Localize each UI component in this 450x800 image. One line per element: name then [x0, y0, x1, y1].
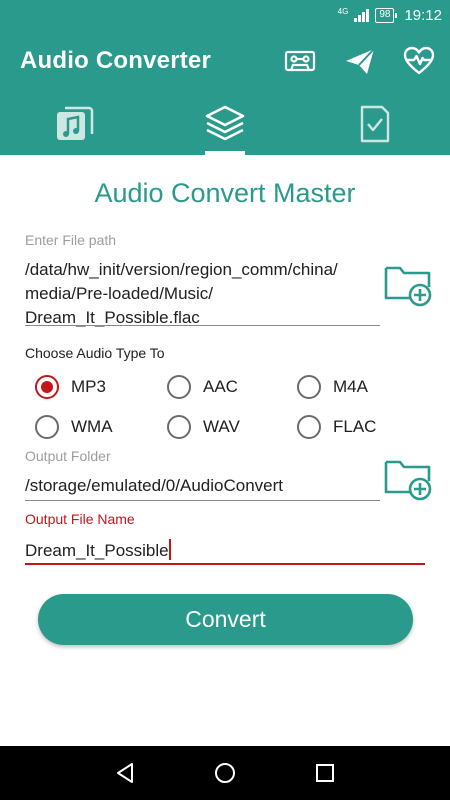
output-name-input[interactable]: Dream_It_Possible [25, 539, 171, 561]
output-name-underline [25, 563, 425, 565]
file-path-underline [25, 325, 380, 326]
file-path-label: Enter File path [25, 232, 117, 248]
cassette-icon[interactable] [283, 44, 317, 78]
file-path-line: /data/hw_init/version/region_comm/china/ [25, 260, 338, 279]
radio-aac[interactable]: AAC [167, 373, 238, 401]
file-path-input[interactable]: /data/hw_init/version/region_comm/china/… [25, 258, 380, 330]
tab-indicator [205, 151, 245, 155]
output-folder-underline [25, 500, 380, 501]
battery-indicator: 98 [375, 8, 398, 23]
page-heading: Audio Convert Master [94, 178, 356, 208]
radio-flac[interactable]: FLAC [297, 413, 376, 441]
paper-plane-icon[interactable] [343, 44, 377, 78]
text-cursor [168, 539, 171, 560]
radio-circle [297, 415, 321, 439]
file-path-line: media/Pre-loaded/Music/ [25, 284, 214, 303]
add-folder-icon[interactable] [384, 456, 434, 502]
radio-circle [35, 415, 59, 439]
home-icon[interactable] [213, 761, 237, 785]
radio-label: M4A [333, 377, 368, 396]
checked-document-icon [360, 105, 390, 143]
status-bar: 4G 98 19:12 [0, 0, 450, 30]
network-type: 4G [337, 6, 349, 16]
app-title: Audio Converter [20, 47, 212, 74]
radio-circle [35, 375, 59, 399]
signal-icon [354, 9, 370, 22]
radio-label: WMA [71, 417, 113, 436]
convert-button[interactable]: Convert [38, 594, 413, 645]
radio-circle [167, 415, 191, 439]
radio-label: WAV [203, 417, 240, 436]
radio-wma[interactable]: WMA [35, 413, 113, 441]
radio-label: FLAC [333, 417, 377, 436]
layers-icon [205, 105, 245, 141]
radio-circle [167, 375, 191, 399]
radio-m4a[interactable]: M4A [297, 373, 368, 401]
add-folder-icon[interactable] [384, 262, 434, 308]
audio-type-label: Choose Audio Type To [25, 345, 165, 361]
status-time: 19:12 [404, 7, 442, 24]
radio-mp3[interactable]: MP3 [35, 373, 106, 401]
radio-label: MP3 [71, 377, 106, 396]
tab-music-library[interactable] [25, 102, 125, 155]
output-folder-label: Output Folder [25, 448, 111, 464]
radio-label: AAC [203, 377, 238, 396]
heart-pulse-icon[interactable] [402, 44, 436, 78]
recents-icon[interactable] [313, 761, 337, 785]
output-folder-input[interactable]: /storage/emulated/0/AudioConvert [25, 476, 283, 496]
radio-wav[interactable]: WAV [167, 413, 240, 441]
output-name-value: Dream_It_Possible [25, 541, 169, 560]
back-icon[interactable] [113, 761, 137, 785]
output-name-label: Output File Name [25, 511, 135, 527]
music-library-icon [57, 106, 94, 140]
tab-checked-document[interactable] [325, 102, 425, 155]
app-bar: 4G 98 19:12 Audio Converter [0, 0, 450, 155]
radio-circle [297, 375, 321, 399]
system-navigation-bar [0, 746, 450, 800]
file-path-line: Dream_It_Possible.flac [25, 308, 200, 327]
tab-layers[interactable] [175, 102, 275, 155]
